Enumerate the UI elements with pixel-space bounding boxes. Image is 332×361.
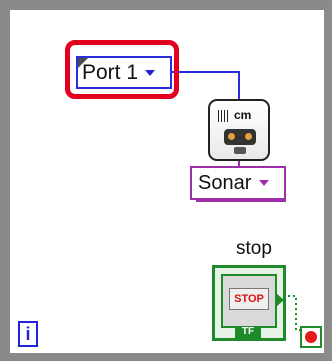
output-arrow-icon <box>277 294 284 306</box>
signal-bars-icon <box>218 110 230 122</box>
boolean-type-tag: TF <box>235 326 261 338</box>
loop-condition-stop-icon[interactable] <box>300 326 322 348</box>
stop-button[interactable]: STOP <box>229 288 269 310</box>
sensor-foot <box>234 147 246 154</box>
sonar-mode-ring[interactable]: Sonar <box>190 166 286 202</box>
dropdown-arrow-icon[interactable] <box>259 180 270 186</box>
port-wire <box>172 71 240 100</box>
port-select-control[interactable]: Port 1 <box>76 56 172 89</box>
mode-label: Sonar <box>198 171 252 194</box>
dropdown-arrow-icon[interactable] <box>145 69 156 76</box>
iteration-terminal: i <box>18 321 38 347</box>
stop-label: stop <box>236 238 272 259</box>
sensor-unit-label: cm <box>234 108 252 122</box>
stop-boolean-wire <box>288 295 300 331</box>
ultrasonic-sensor-icon[interactable]: cm <box>208 99 270 161</box>
port-label: Port 1 <box>82 60 139 84</box>
constant-corner-icon <box>78 58 88 68</box>
stop-button-terminal[interactable]: STOP TF <box>212 265 286 341</box>
sensor-eye-left <box>228 133 235 140</box>
sensor-body <box>224 129 256 145</box>
stop-button-face: STOP <box>221 274 277 328</box>
sensor-eye-right <box>245 133 252 140</box>
